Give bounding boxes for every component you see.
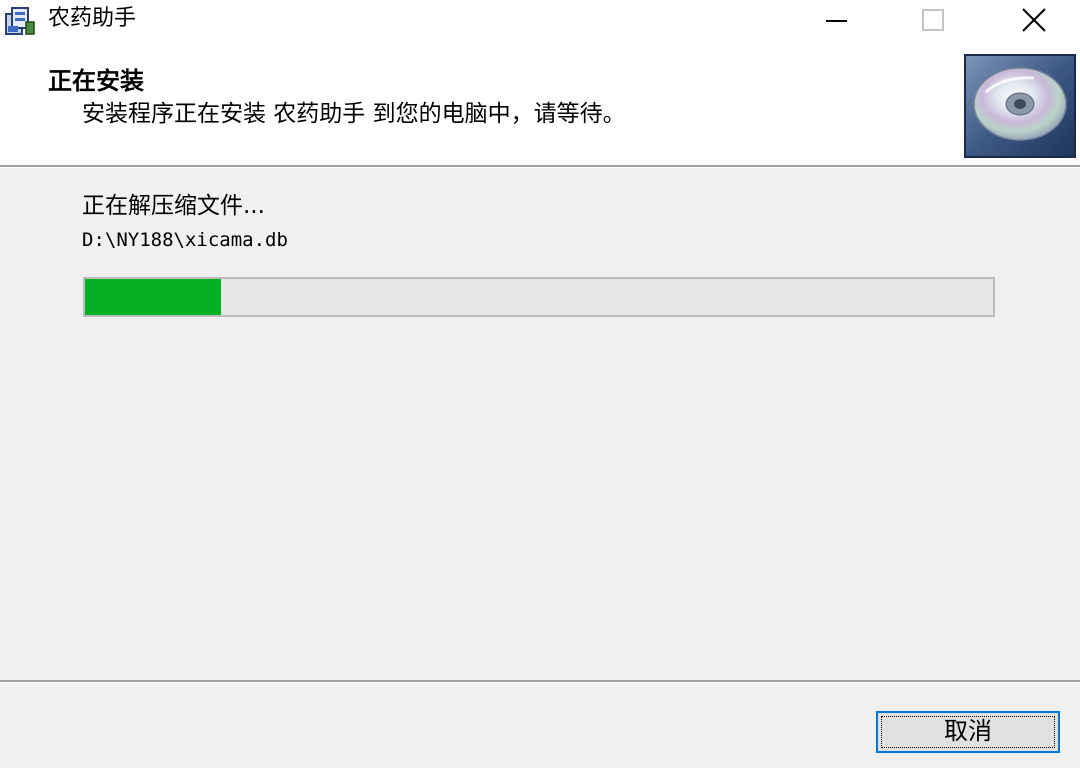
progress-bar-fill — [85, 279, 222, 315]
title-bar[interactable]: 农药助手 — [0, 0, 1080, 40]
close-button[interactable] — [986, 0, 1080, 40]
status-text: 正在解压缩文件... — [82, 193, 265, 219]
footer-separator — [0, 680, 1080, 683]
installer-window: 农药助手 正在安装 安装程序正在安装 农药助手 到您的电脑中，请等待。 正在解压… — [0, 0, 1080, 768]
page-subtitle: 安装程序正在安装 农药助手 到您的电脑中，请等待。 — [82, 101, 626, 127]
installer-app-icon — [4, 6, 36, 36]
header-panel: 正在安装 安装程序正在安装 农药助手 到您的电脑中，请等待。 — [0, 40, 1080, 165]
current-file-path: D:\NY188\xicama.db — [82, 229, 288, 251]
cancel-button[interactable]: 取消 — [876, 711, 1060, 753]
cd-disc-icon — [964, 54, 1076, 158]
header-separator — [0, 165, 1080, 168]
maximize-button[interactable] — [884, 0, 978, 40]
window-title: 农药助手 — [48, 6, 137, 31]
progress-bar — [83, 277, 995, 317]
minimize-button[interactable] — [790, 0, 884, 40]
page-title: 正在安装 — [48, 67, 144, 95]
